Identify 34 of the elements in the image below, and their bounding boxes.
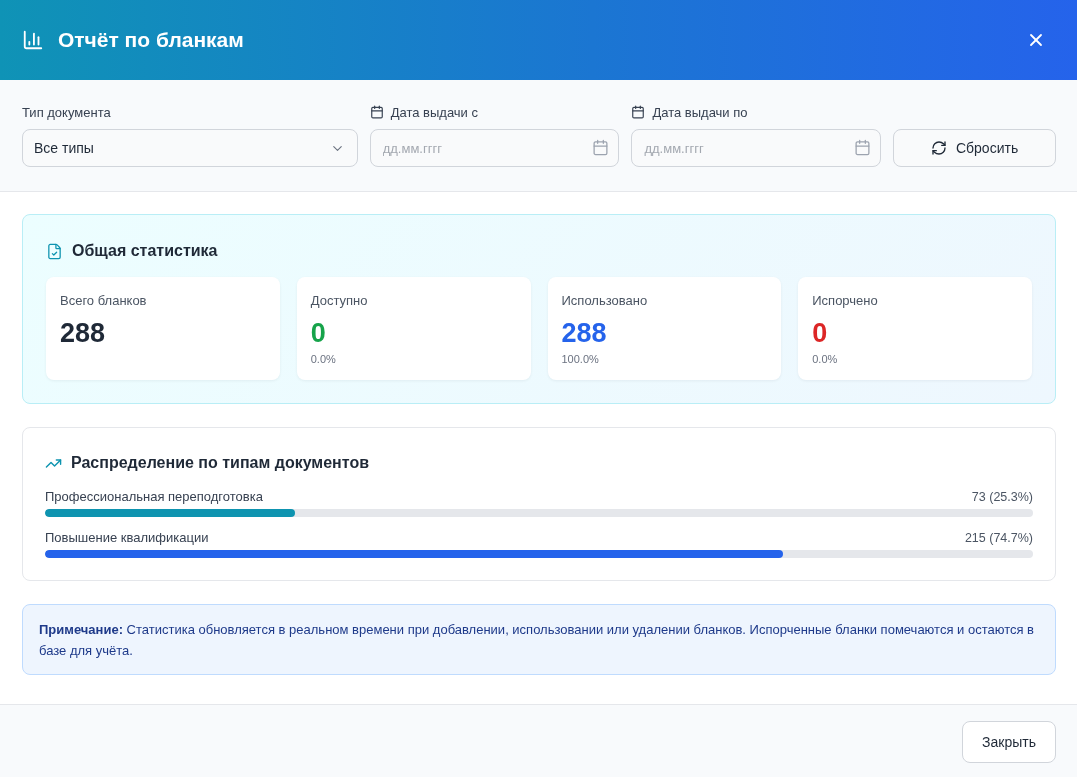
filter-label: Дата выдачи с — [390, 104, 478, 120]
document-type-select[interactable]: Все типы — [22, 129, 358, 167]
date-field[interactable]: дд.мм.гггг — [631, 129, 882, 167]
date-field[interactable]: дд.мм.гггг — [369, 129, 620, 167]
stat-value: 0 — [310, 317, 327, 350]
stat-label: Доступно — [310, 292, 369, 310]
stat-value: 0 — [812, 317, 829, 350]
document-type-count: 215 (74.7%) — [964, 530, 1033, 545]
note-text: Примечание: Статистика обновляется в реальном времени при добавлении, использовании или удалении бланков. Испорченные бланки помечаются и остаются в базе для учёта. — [22, 604, 1056, 675]
stat-label: Использовано — [561, 292, 649, 310]
calendar-icon[interactable] — [854, 139, 872, 156]
filter-label: Тип документа — [22, 104, 111, 120]
calendar-icon[interactable] — [592, 139, 610, 156]
stat-percentage: 0.0% — [812, 353, 839, 365]
stat-value: 288 — [60, 317, 107, 350]
stat-percentage: 100.0% — [561, 353, 600, 365]
section-title: Распределение по типам документов — [71, 454, 369, 472]
refresh-icon — [930, 140, 947, 156]
stat-value: 288 — [561, 317, 608, 350]
stat-percentage: 0.0% — [310, 353, 337, 365]
calendar-icon — [631, 105, 646, 119]
close-button[interactable]: Закрыть — [962, 721, 1056, 763]
document-type-name: Повышение квалификации — [45, 530, 209, 545]
file-check-icon — [46, 242, 63, 260]
stat-label: Всего бланков — [60, 292, 148, 310]
bar-chart-icon — [22, 29, 44, 51]
section-title: Общая статистика — [72, 242, 218, 260]
reset-button[interactable]: Сбросить — [893, 129, 1056, 167]
calendar-icon — [369, 105, 384, 119]
document-type-count: 73 (25.3%) — [971, 489, 1033, 504]
dialog-title: Отчёт по бланкам — [58, 28, 244, 52]
document-type-name: Профессиональная переподготовка — [45, 489, 263, 504]
stat-label: Испорчено — [812, 292, 879, 310]
filter-label: Дата выдачи по — [652, 104, 748, 120]
